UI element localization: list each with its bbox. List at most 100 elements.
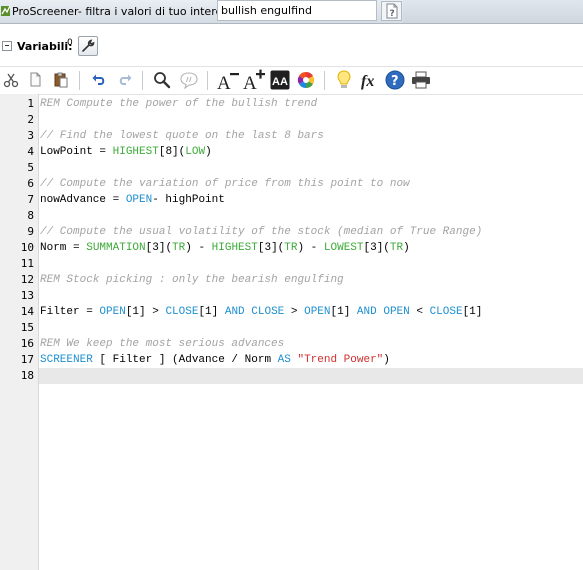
code-token: SUMMATION: [86, 242, 146, 254]
help-button[interactable]: ?: [381, 1, 402, 21]
code-token: REM Stock picking : only the bearish eng…: [40, 274, 344, 286]
code-token: AND: [356, 306, 377, 318]
code-token: HIGHEST: [112, 146, 159, 158]
search-icon: [154, 72, 171, 89]
code-token: [1]: [462, 306, 483, 318]
code-token: Norm =: [40, 242, 87, 254]
line-number: 13: [20, 289, 34, 302]
code-token: [1] >: [125, 306, 166, 318]
increase-font-glyph: A: [243, 73, 257, 91]
code-token: Filter =: [40, 306, 100, 318]
toolbar-separator: [79, 71, 80, 90]
code-token: AND: [224, 306, 245, 318]
cut-icon: [3, 73, 19, 88]
line-number: 11: [20, 257, 34, 270]
comment-button[interactable]: [178, 69, 200, 91]
line-number: 18: [20, 369, 34, 382]
code-token: SCREENER: [40, 354, 93, 366]
copy-button[interactable]: [25, 69, 47, 91]
line-number: 4: [27, 145, 34, 158]
font-color-glyph: AA: [272, 76, 288, 88]
search-button[interactable]: [151, 69, 173, 91]
help-round-button[interactable]: ?: [384, 69, 406, 91]
screener-name-field[interactable]: [217, 0, 377, 21]
code-token: [ Filter ] (Advance / Norm: [92, 354, 278, 366]
redo-button[interactable]: [114, 69, 136, 91]
code-token: REM We keep the most serious advances: [40, 338, 285, 350]
code-token: CLOSE: [429, 306, 463, 318]
line-number: 1: [27, 97, 34, 110]
active-line-highlight: [39, 368, 583, 384]
lightbulb-icon: [337, 70, 351, 88]
function-button[interactable]: fx: [358, 69, 380, 91]
code-token: <: [409, 306, 430, 318]
line-number: 16: [20, 337, 34, 350]
comment-icon: [180, 72, 198, 89]
color-wheel-icon: [297, 71, 315, 89]
code-token: OPEN: [99, 306, 126, 318]
decrease-font-button[interactable]: A: [215, 69, 241, 91]
code-token: [3](: [145, 242, 173, 254]
variables-label: Variabili:: [17, 40, 73, 53]
increase-font-button[interactable]: A: [241, 69, 267, 91]
code-token: [3](: [257, 242, 285, 254]
window-title: ProScreener- filtra i valori di tuo inte…: [12, 5, 241, 18]
code-editor[interactable]: 1 2 3 4 5 6 7 8 9 10 11 12 13 14 15 16 17 18 REM Compute …: [0, 94, 583, 570]
line-number: 5: [27, 161, 34, 174]
code-token: ): [205, 146, 212, 158]
code-line[interactable]: REM Compute the power of the bullish tre…: [40, 96, 317, 112]
code-token: HIGHEST: [211, 242, 258, 254]
paste-icon: [54, 72, 68, 88]
editor-toolbar: A A AA fx ?: [0, 66, 583, 95]
code-line[interactable]: Norm = SUMMATION[3](TR) - HIGHEST[3](TR)…: [40, 240, 410, 256]
code-line[interactable]: // Compute the variation of price from t…: [40, 176, 410, 192]
color-picker-button[interactable]: [295, 69, 317, 91]
code-line[interactable]: SCREENER [ Filter ] (Advance / Norm AS "…: [40, 352, 390, 368]
function-icon: fx: [361, 73, 374, 90]
code-token: nowAdvance =: [40, 194, 126, 206]
code-line[interactable]: nowAdvance = OPEN- highPoint: [40, 192, 225, 208]
font-color-icon: AA: [270, 70, 290, 90]
undo-button[interactable]: [88, 69, 110, 91]
line-number-gutter: 1 2 3 4 5 6 7 8 9 10 11 12 13 14 15 16 17 18: [0, 94, 39, 570]
code-token: CLOSE: [251, 306, 285, 318]
collapse-variables-button[interactable]: [2, 41, 12, 51]
code-line[interactable]: // Compute the usual volatility of the s…: [40, 224, 482, 240]
code-line[interactable]: // Find the lowest quote on the last 8 b…: [40, 128, 324, 144]
code-line[interactable]: LowPoint = HIGHEST[8](LOW): [40, 144, 212, 160]
code-token: LOWEST: [323, 242, 364, 254]
idea-button[interactable]: [333, 69, 355, 91]
code-line[interactable]: REM We keep the most serious advances: [40, 336, 284, 352]
code-line[interactable]: Filter = OPEN[1] > CLOSE[1] AND CLOSE > …: [40, 304, 482, 320]
code-token: OPEN: [125, 194, 153, 206]
title-bar: ProScreener- filtra i valori di tuo inte…: [0, 0, 583, 24]
svg-text:?: ?: [390, 9, 395, 19]
code-token: TR: [389, 242, 404, 254]
code-area[interactable]: REM Compute the power of the bullish tre…: [39, 94, 583, 570]
help-doc-icon: ?: [386, 3, 398, 19]
cut-button[interactable]: [0, 69, 22, 91]
code-token: OPEN: [383, 306, 410, 318]
increase-font-icon: A: [243, 69, 265, 91]
code-token: TR: [172, 242, 186, 254]
decrease-font-glyph: A: [217, 73, 231, 91]
function-glyph: fx: [361, 73, 374, 90]
variables-bar: Variabili: 0: [0, 33, 583, 61]
help-icon: ?: [385, 70, 405, 90]
line-number: 9: [27, 225, 34, 238]
variables-count: 0: [67, 38, 73, 48]
toolbar-separator: [324, 71, 325, 90]
edit-variables-button[interactable]: [78, 36, 98, 56]
code-token: OPEN: [304, 306, 331, 318]
font-color-button[interactable]: AA: [269, 69, 291, 91]
toolbar-separator: [207, 71, 208, 90]
code-token: >: [284, 306, 305, 318]
code-token: ) -: [185, 242, 212, 254]
copy-icon: [30, 72, 41, 87]
line-number: 14: [20, 305, 34, 318]
line-number: 6: [27, 177, 34, 190]
code-token: - highPoint: [152, 194, 225, 206]
print-button[interactable]: [410, 69, 432, 91]
paste-button[interactable]: [50, 69, 72, 91]
code-line[interactable]: REM Stock picking : only the bearish eng…: [40, 272, 344, 288]
